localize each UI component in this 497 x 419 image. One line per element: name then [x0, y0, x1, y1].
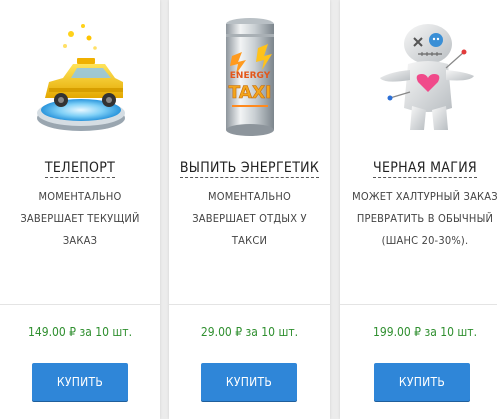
product-price: 199.00 ₽ за 10 шт. [372, 325, 478, 339]
buy-button[interactable]: КУПИТЬ [201, 363, 297, 401]
product-price: 29.00 ₽ за 10 шт. [200, 325, 299, 339]
voodoo-doll-icon [340, 12, 497, 152]
card-divider [340, 304, 497, 305]
buy-button[interactable]: КУПИТЬ [374, 363, 470, 401]
product-card-energy-drink: ENERGY TAXI ВЫПИТЬ ЭНЕРГЕТИК МОМЕНТАЛЬНО… [169, 0, 330, 419]
product-description: МОЖЕТ ХАЛТУРНЫЙ ЗАКАЗ ПРЕВРАТИТЬ В ОБЫЧН… [352, 190, 497, 247]
energy-drink-can-icon: ENERGY TAXI [169, 12, 330, 152]
product-title[interactable]: ВЫПИТЬ ЭНЕРГЕТИК [169, 160, 330, 178]
product-price: 149.00 ₽ за 10 шт. [27, 325, 133, 339]
teleport-taxi-icon [0, 12, 160, 152]
product-description: МОМЕНТАЛЬНО ЗАВЕРШАЕТ ТЕКУЩИЙ ЗАКАЗ [20, 190, 140, 247]
product-title[interactable]: ЧЕРНАЯ МАГИЯ [340, 160, 497, 178]
card-divider [169, 304, 330, 305]
product-title[interactable]: ТЕЛЕПОРТ [0, 160, 160, 178]
can-text-top: ENERGY [229, 71, 270, 81]
can-text-main: TAXI [228, 83, 271, 103]
product-card-black-magic: ЧЕРНАЯ МАГИЯ МОЖЕТ ХАЛТУРНЫЙ ЗАКАЗ ПРЕВР… [340, 0, 497, 419]
product-description: МОМЕНТАЛЬНО ЗАВЕРШАЕТ ОТДЫХ У ТАКСИ [192, 190, 307, 247]
buy-button[interactable]: КУПИТЬ [32, 363, 128, 401]
card-divider [0, 304, 160, 305]
product-card-teleport: ТЕЛЕПОРТ МОМЕНТАЛЬНО ЗАВЕРШАЕТ ТЕКУЩИЙ З… [0, 0, 160, 419]
